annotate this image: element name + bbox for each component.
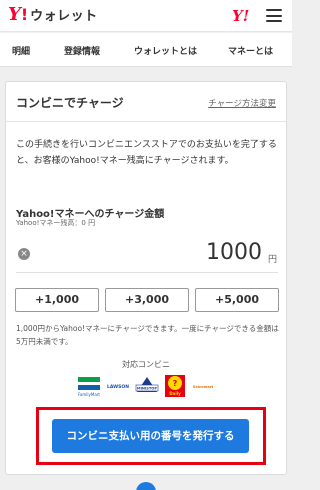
svg-text:MINISTOP: MINISTOP <box>137 387 157 391</box>
amount-unit: 円 <box>267 255 277 265</box>
supported-stores-title: 対応コンビニ <box>122 360 170 369</box>
scroll-top-button[interactable] <box>136 482 156 490</box>
amount-underline <box>16 272 278 273</box>
seicomart-logo: Seicomart <box>190 374 216 398</box>
app-header: Y ! ウォレット Y! <box>0 0 292 32</box>
nav-item-history[interactable]: 明細 <box>12 44 30 57</box>
money-balance: Yahoo!マネー残高：0 円 <box>16 219 96 227</box>
svg-text:?: ? <box>173 379 178 388</box>
amount-input[interactable]: 1000 <box>206 240 262 265</box>
svg-text:Seicomart: Seicomart <box>193 385 214 389</box>
nav-item-about-money[interactable]: マネーとは <box>228 44 273 57</box>
clear-amount-icon[interactable]: × <box>18 248 30 260</box>
card-title: コンビニでチャージ <box>16 96 124 110</box>
svg-text:LAWSON: LAWSON <box>107 384 129 390</box>
daily-yamazaki-logo: ? Daily <box>165 375 185 397</box>
lawson-logo: LAWSON <box>105 374 131 398</box>
charge-card: コンビニでチャージ チャージ方法変更 この手続きを行いコンビニエンスストアでのお… <box>5 81 287 475</box>
add-1000-button[interactable]: +1,000 <box>15 288 99 312</box>
svg-text:Daily: Daily <box>169 391 181 396</box>
familymart-logo: FamilyMart <box>76 374 102 398</box>
logo-bang: ! <box>20 5 29 24</box>
add-5000-button[interactable]: +5,000 <box>195 288 279 312</box>
add-3000-button[interactable]: +3,000 <box>105 288 189 312</box>
yahoo-top-link[interactable]: Y! <box>232 7 249 25</box>
top-nav: 明細 登録情報 ウォレットとは マネーとは <box>0 33 292 67</box>
logo-text: ウォレット <box>30 9 98 24</box>
svg-text:FamilyMart: FamilyMart <box>78 392 100 397</box>
charge-description: この手続きを行いコンビニエンスストアでのお支払いを完了すると、お客様のYahoo… <box>16 140 277 166</box>
charge-limit-note: 1,000円からYahoo!マネーにチャージできます。一度にチャージできる金額は… <box>16 324 279 346</box>
logo-y: Y <box>8 4 21 25</box>
yahoo-wallet-logo[interactable]: Y ! ウォレット <box>8 6 98 26</box>
ministop-logo: MINISTOP <box>134 374 160 398</box>
change-charge-method-link[interactable]: チャージ方法変更 <box>208 97 276 109</box>
issue-payment-number-button[interactable]: コンビニ支払い用の番号を発行する <box>52 419 249 453</box>
nav-item-about-wallet[interactable]: ウォレットとは <box>134 44 197 57</box>
nav-item-registration[interactable]: 登録情報 <box>64 44 100 57</box>
hamburger-menu-icon[interactable] <box>266 9 282 22</box>
card-header: コンビニでチャージ チャージ方法変更 <box>6 82 286 122</box>
store-logos: FamilyMart LAWSON MINISTOP ? Daily Seico… <box>76 374 216 400</box>
